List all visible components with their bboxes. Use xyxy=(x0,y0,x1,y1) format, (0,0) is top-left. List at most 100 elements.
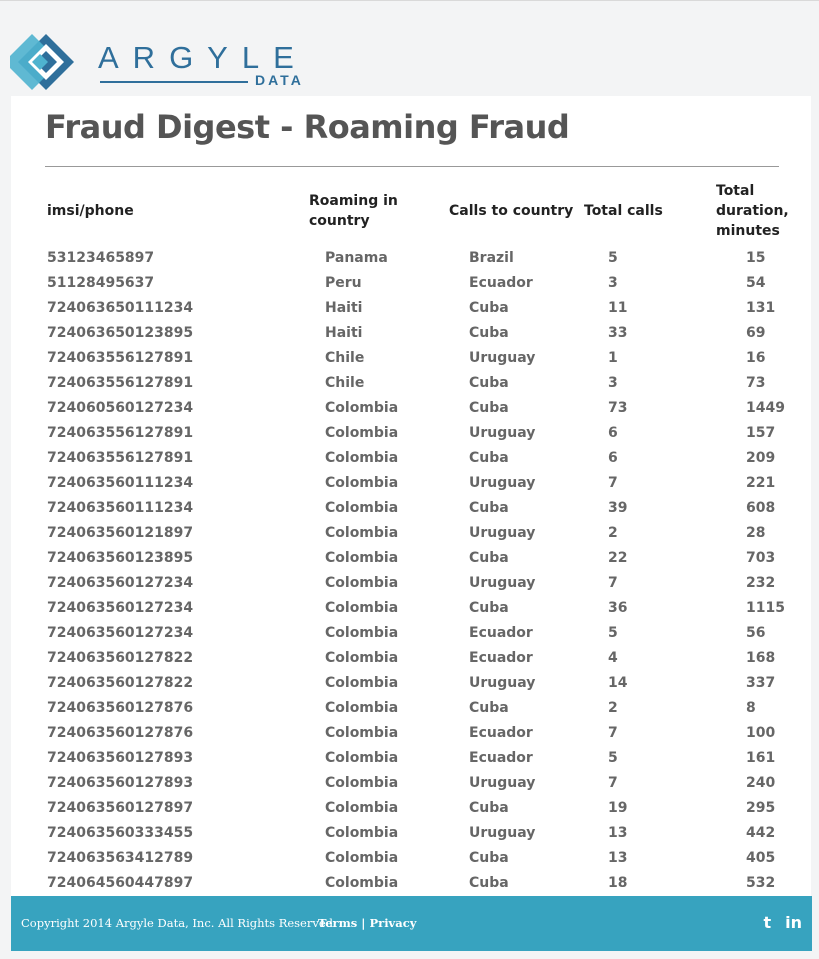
table-row: 724063556127891 Chile Uruguay 1 16 xyxy=(45,346,796,371)
cell-imsi: 724063650111234 xyxy=(47,300,194,316)
cell-roaming-country: Colombia xyxy=(325,575,399,591)
cell-roaming-country: Haiti xyxy=(325,300,363,316)
cell-imsi: 724063560127876 xyxy=(47,725,194,741)
main-content: Fraud Digest - Roaming Fraud imsi/phone … xyxy=(11,96,811,896)
table-row: 724063560127897 Colombia Cuba 19 295 xyxy=(45,796,796,821)
column-header-imsi: imsi/phone xyxy=(47,203,134,219)
table-row: 724063560121897 Colombia Uruguay 2 28 xyxy=(45,521,796,546)
cell-total-calls: 19 xyxy=(608,800,628,816)
cell-imsi: 53123465897 xyxy=(47,250,155,266)
fraud-table: imsi/phone Roaming in country Calls to c… xyxy=(45,176,796,896)
cell-calls-to-country: Uruguay xyxy=(469,525,536,541)
cell-duration: 69 xyxy=(746,325,766,341)
table-row: 724063560111234 Colombia Cuba 39 608 xyxy=(45,496,796,521)
cell-calls-to-country: Cuba xyxy=(469,550,509,566)
table-header-row: imsi/phone Roaming in country Calls to c… xyxy=(45,176,796,246)
cell-calls-to-country: Cuba xyxy=(469,600,509,616)
table-row: 724063560127822 Colombia Ecuador 4 168 xyxy=(45,646,796,671)
cell-calls-to-country: Uruguay xyxy=(469,425,536,441)
cell-total-calls: 1 xyxy=(608,350,618,366)
cell-roaming-country: Colombia xyxy=(325,400,399,416)
cell-calls-to-country: Ecuador xyxy=(469,275,533,291)
cell-imsi: 724063560127893 xyxy=(47,775,194,791)
column-header-calls-to: Calls to country xyxy=(449,203,574,219)
table-row: 724063560123895 Colombia Cuba 22 703 xyxy=(45,546,796,571)
cell-total-calls: 13 xyxy=(608,850,628,866)
cell-calls-to-country: Uruguay xyxy=(469,825,536,841)
cell-calls-to-country: Cuba xyxy=(469,450,509,466)
cell-total-calls: 6 xyxy=(608,450,618,466)
cell-duration: 8 xyxy=(746,700,756,716)
table-row: 724063556127891 Chile Cuba 3 73 xyxy=(45,371,796,396)
cell-imsi: 51128495637 xyxy=(47,275,155,291)
linkedin-icon[interactable]: in xyxy=(785,913,802,933)
cell-imsi: 724063556127891 xyxy=(47,450,194,466)
social-links: t in xyxy=(763,913,802,933)
table-row: 724063560127234 Colombia Cuba 36 1115 xyxy=(45,596,796,621)
cell-roaming-country: Colombia xyxy=(325,650,399,666)
table-row: 724063650123895 Haiti Cuba 33 69 xyxy=(45,321,796,346)
cell-duration: 1115 xyxy=(746,600,785,616)
page-title: Fraud Digest - Roaming Fraud xyxy=(45,108,570,146)
footer: Copyright 2014 Argyle Data, Inc. All Rig… xyxy=(11,896,812,951)
cell-imsi: 724063556127891 xyxy=(47,425,194,441)
cell-imsi: 724063650123895 xyxy=(47,325,194,341)
cell-calls-to-country: Cuba xyxy=(469,400,509,416)
cell-calls-to-country: Brazil xyxy=(469,250,514,266)
table-row: 724063556127891 Colombia Cuba 6 209 xyxy=(45,446,796,471)
cell-roaming-country: Colombia xyxy=(325,525,399,541)
cell-roaming-country: Colombia xyxy=(325,725,399,741)
column-header-roaming: Roaming in country xyxy=(309,193,398,229)
cell-roaming-country: Colombia xyxy=(325,800,399,816)
cell-total-calls: 7 xyxy=(608,775,618,791)
cell-roaming-country: Colombia xyxy=(325,475,399,491)
cell-imsi: 724063560333455 xyxy=(47,825,194,841)
cell-calls-to-country: Cuba xyxy=(469,500,509,516)
cell-duration: 28 xyxy=(746,525,766,541)
brand-underline xyxy=(100,81,248,83)
table-row: 724063560127234 Colombia Ecuador 5 56 xyxy=(45,621,796,646)
table-row: 724063560111234 Colombia Uruguay 7 221 xyxy=(45,471,796,496)
header: ARGYLE DATA xyxy=(0,1,819,96)
table-body: 53123465897 Panama Brazil 5 15 51128495637 Per… xyxy=(45,246,796,896)
cell-duration: 295 xyxy=(746,800,776,816)
cell-total-calls: 5 xyxy=(608,750,618,766)
footer-link-separator: | xyxy=(361,916,366,930)
twitter-icon[interactable]: t xyxy=(763,913,771,933)
cell-total-calls: 3 xyxy=(608,375,618,391)
table-row: 724063556127891 Colombia Uruguay 6 157 xyxy=(45,421,796,446)
cell-total-calls: 22 xyxy=(608,550,628,566)
cell-imsi: 724063556127891 xyxy=(47,375,194,391)
cell-duration: 442 xyxy=(746,825,776,841)
cell-imsi: 724063560127897 xyxy=(47,800,194,816)
cell-imsi: 724063560127234 xyxy=(47,575,194,591)
cell-roaming-country: Colombia xyxy=(325,875,399,891)
cell-total-calls: 6 xyxy=(608,425,618,441)
bottom-margin xyxy=(0,951,819,959)
cell-calls-to-country: Cuba xyxy=(469,300,509,316)
cell-total-calls: 5 xyxy=(608,625,618,641)
cell-calls-to-country: Cuba xyxy=(469,700,509,716)
cell-total-calls: 18 xyxy=(608,875,628,891)
cell-calls-to-country: Uruguay xyxy=(469,675,536,691)
cell-duration: 131 xyxy=(746,300,776,316)
cell-duration: 337 xyxy=(746,675,776,691)
cell-total-calls: 11 xyxy=(608,300,628,316)
cell-calls-to-country: Uruguay xyxy=(469,775,536,791)
cell-duration: 168 xyxy=(746,650,776,666)
terms-link[interactable]: Terms xyxy=(318,916,357,930)
cell-total-calls: 3 xyxy=(608,275,618,291)
cell-roaming-country: Colombia xyxy=(325,425,399,441)
cell-roaming-country: Colombia xyxy=(325,675,399,691)
cell-imsi: 724063560123895 xyxy=(47,550,194,566)
table-row: 724063560127893 Colombia Ecuador 5 161 xyxy=(45,746,796,771)
brand-subtitle: DATA xyxy=(255,72,304,88)
table-row: 724063563412789 Colombia Cuba 13 405 xyxy=(45,846,796,871)
privacy-link[interactable]: Privacy xyxy=(369,916,416,930)
cell-roaming-country: Chile xyxy=(325,375,365,391)
table-row: 51128495637 Peru Ecuador 3 54 xyxy=(45,271,796,296)
copyright-text: Copyright 2014 Argyle Data, Inc. All Rig… xyxy=(21,916,337,930)
cell-total-calls: 7 xyxy=(608,725,618,741)
cell-duration: 209 xyxy=(746,450,776,466)
cell-imsi: 724063560111234 xyxy=(47,500,194,516)
